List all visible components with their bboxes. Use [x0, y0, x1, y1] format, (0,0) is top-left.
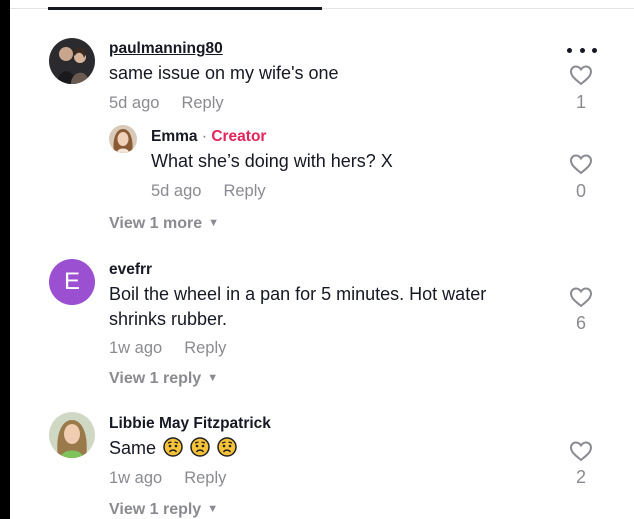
photo-woman-avatar-icon	[49, 412, 95, 458]
view-more-label: View 1 reply	[109, 501, 202, 518]
view-more-label: View 1 more	[109, 215, 203, 232]
chevron-down-icon: ▼	[208, 217, 219, 229]
like-button[interactable]	[567, 286, 595, 308]
comment-text-body: Same	[109, 438, 157, 458]
reply-button[interactable]: Reply	[223, 182, 265, 200]
like-count: 2	[575, 467, 586, 487]
reply-button[interactable]: Reply	[184, 339, 226, 357]
avatar[interactable]	[49, 412, 95, 458]
heart-icon	[569, 154, 593, 175]
reply-time: 5d ago	[151, 182, 202, 200]
comment-meta: 1w ago Reply	[109, 339, 226, 358]
comment-username[interactable]: Libbie May Fitzpatrick	[109, 415, 271, 433]
comment-text: Boil the wheel in a pan for 5 minutes. H…	[109, 284, 487, 329]
view-more-label: View 1 reply	[109, 370, 202, 387]
like-button[interactable]	[567, 153, 595, 175]
comment-time: 1w ago	[109, 339, 163, 357]
like-count: 6	[575, 313, 586, 333]
photo-woman-avatar-icon	[109, 125, 137, 153]
window-edge	[0, 0, 10, 519]
comment-text: Same	[109, 436, 509, 461]
comment-time: 1w ago	[109, 469, 163, 487]
comment-username[interactable]: evefrr	[109, 261, 152, 279]
worried-face-icon	[163, 437, 183, 457]
like-button[interactable]	[567, 64, 595, 86]
avatar[interactable]	[109, 125, 137, 153]
reply-text: What she’s doing with hers? X	[151, 151, 393, 171]
avatar-letter: E	[63, 268, 80, 295]
heart-icon	[569, 441, 593, 462]
comment-meta: 1w ago Reply	[109, 469, 226, 488]
comment-text: same issue on my wife's one	[109, 63, 339, 83]
reply-meta: 5d ago Reply	[151, 182, 266, 201]
avatar[interactable]: E	[49, 259, 95, 305]
like-count: 0	[575, 181, 586, 201]
creator-badge: Creator	[211, 128, 267, 145]
heart-icon	[569, 65, 593, 86]
reply-header: Emma · Creator	[151, 128, 266, 146]
worried-face-icon	[190, 437, 210, 457]
comment-username[interactable]: paulmanning80	[109, 40, 223, 58]
comment-meta: 5d ago Reply	[109, 94, 224, 113]
view-more-replies[interactable]: View 1 reply ▼	[109, 501, 218, 519]
heart-icon	[569, 287, 593, 308]
reply-button[interactable]: Reply	[181, 94, 223, 112]
comment-time: 5d ago	[109, 94, 160, 112]
chevron-down-icon: ▼	[207, 503, 219, 515]
worried-face-icon	[217, 437, 237, 457]
reply-button[interactable]: Reply	[184, 469, 226, 487]
like-count: 1	[575, 92, 586, 112]
reply-username[interactable]: Emma	[151, 128, 198, 145]
chevron-down-icon: ▼	[207, 372, 219, 384]
active-tab-indicator	[48, 7, 322, 10]
view-more-replies[interactable]: View 1 more ▼	[109, 215, 219, 233]
separator-dot: ·	[201, 128, 208, 145]
view-more-replies[interactable]: View 1 reply ▼	[109, 370, 218, 388]
like-button[interactable]	[567, 440, 595, 462]
photo-couple-avatar-icon	[49, 38, 95, 84]
avatar[interactable]	[49, 38, 95, 84]
ellipsis-icon[interactable]	[567, 44, 597, 56]
